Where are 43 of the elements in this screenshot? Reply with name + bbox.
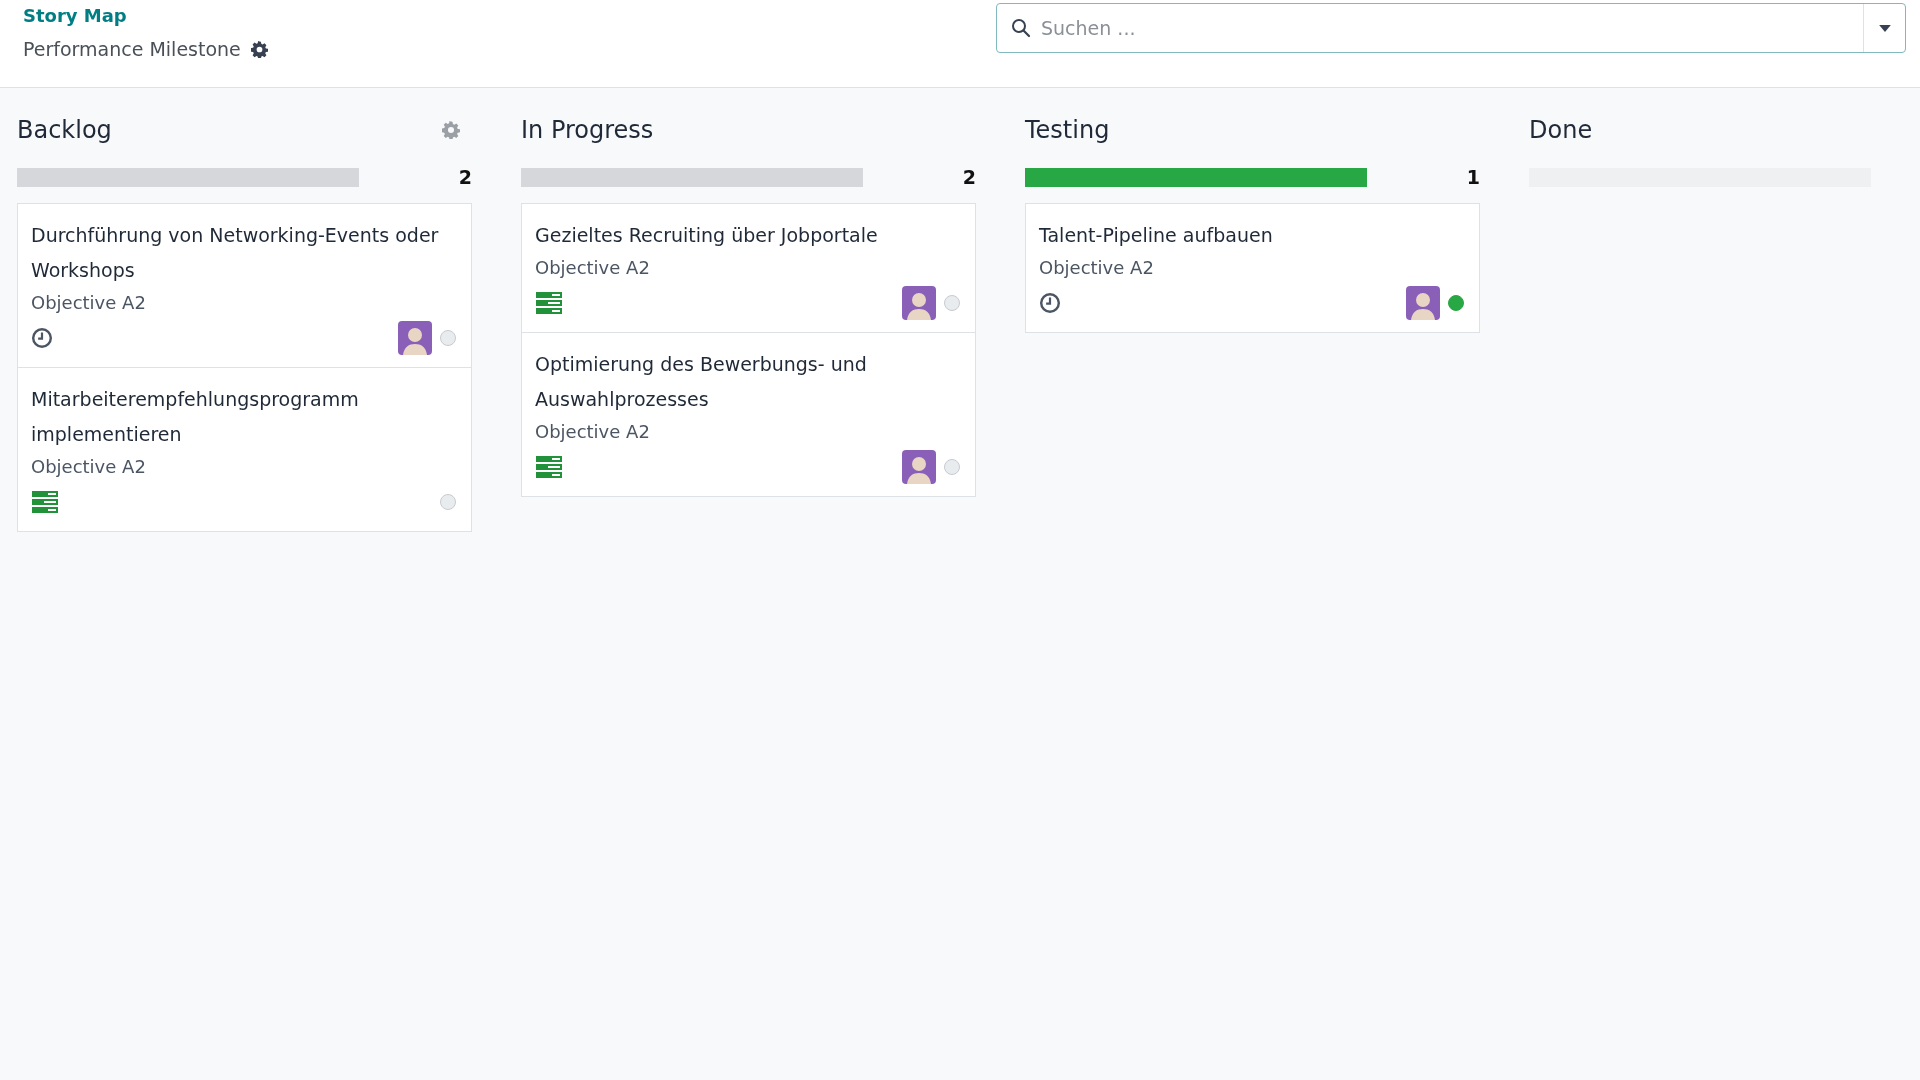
card-subtitle: Objective A2 [31,456,147,477]
search-field[interactable]: Suchen ... [1039,16,1863,40]
search-box[interactable]: Suchen ... [996,3,1906,53]
task-card[interactable]: Durchführung von Networking-Events oder Workshops Objective A2 [18,204,471,367]
task-card[interactable]: Optimierung des Bewerbungs- und Auswahlprozesses Objective A2 [522,332,975,496]
search-icon [1011,18,1031,38]
task-card[interactable]: Talent-Pipeline aufbauen Objective A2 [1026,204,1479,332]
card-title: Mitarbeiterempfehlungsprogramm implementieren [31,387,360,447]
avatar-icon[interactable] [398,321,432,355]
card-title: Talent-Pipeline aufbauen [1039,223,1274,248]
card-title: Gezieltes Recruiting über Jobportale [535,223,879,248]
caret-icon [1878,24,1891,32]
card-count: 1 [1466,166,1480,188]
column-title: Testing [1025,116,1110,144]
avatar-icon[interactable] [1406,286,1440,320]
list-icon[interactable] [535,292,563,314]
clock-icon[interactable] [1039,292,1061,314]
avatar-icon[interactable] [902,286,936,320]
status-dot[interactable] [944,295,960,311]
card-subtitle: Objective A2 [535,257,651,278]
settings-icon[interactable] [250,40,268,58]
clock-icon[interactable] [31,327,53,349]
breadcrumb-link[interactable]: Story Map [23,4,268,28]
column-title: Done [1529,116,1593,144]
task-card[interactable]: Gezieltes Recruiting über Jobportale Objective A2 [522,204,975,332]
column-title: Backlog [17,116,112,144]
avatar-icon[interactable] [902,450,936,484]
task-card[interactable]: Mitarbeiterempfehlungsprogramm implementieren Objective A2 [18,367,471,531]
list-icon[interactable] [535,456,563,478]
list-icon[interactable] [31,491,59,513]
card-count: 2 [458,166,472,188]
card-subtitle: Objective A2 [1039,257,1155,278]
status-dot[interactable] [1448,295,1464,311]
column-title: In Progress [521,116,654,144]
card-title: Optimierung des Bewerbungs- und Auswahlprozesses [535,352,868,412]
status-dot[interactable] [440,494,456,510]
card-title: Durchführung von Networking-Events oder Workshops [31,223,440,283]
card-count: 2 [962,166,976,188]
status-dot[interactable] [944,459,960,475]
page-title: Performance Milestone [23,38,241,60]
status-dot[interactable] [440,330,456,346]
card-subtitle: Objective A2 [31,292,147,313]
card-subtitle: Objective A2 [535,421,651,442]
